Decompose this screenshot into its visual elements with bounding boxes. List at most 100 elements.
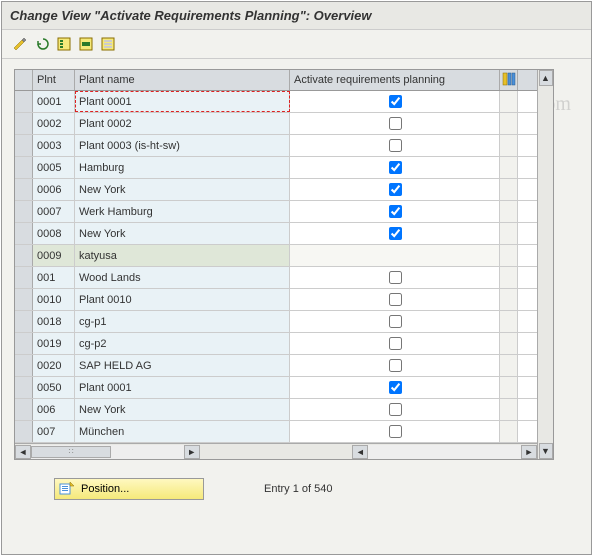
cell-plnt: 0008	[33, 223, 75, 244]
activate-checkbox[interactable]	[389, 117, 402, 130]
change-icon[interactable]	[10, 34, 30, 54]
page-title: Change View "Activate Requirements Plann…	[2, 2, 591, 30]
scroll-up-icon[interactable]: ▲	[539, 70, 553, 86]
table-row[interactable]: 006New York	[15, 399, 537, 421]
cell-plnt: 0003	[33, 135, 75, 156]
table-row[interactable]: 0008New York	[15, 223, 537, 245]
cell-activate[interactable]	[290, 157, 500, 178]
cell-activate[interactable]	[290, 333, 500, 354]
activate-checkbox[interactable]	[389, 359, 402, 372]
table-row[interactable]: 0006New York	[15, 179, 537, 201]
activate-checkbox[interactable]	[389, 95, 402, 108]
cell-activate[interactable]	[290, 377, 500, 398]
row-selector[interactable]	[15, 223, 33, 244]
row-selector[interactable]	[15, 289, 33, 310]
cell-plnt: 007	[33, 421, 75, 442]
entry-counter: Entry 1 of 540	[264, 483, 333, 495]
select-block-icon[interactable]	[76, 34, 96, 54]
cell-plnt: 0018	[33, 311, 75, 332]
activate-checkbox[interactable]	[389, 381, 402, 394]
cell-plnt: 0001	[33, 91, 75, 112]
row-selector[interactable]	[15, 377, 33, 398]
activate-checkbox[interactable]	[389, 161, 402, 174]
row-selector[interactable]	[15, 245, 33, 266]
activate-checkbox[interactable]	[389, 337, 402, 350]
activate-checkbox[interactable]	[389, 183, 402, 196]
cell-plant-name: SAP HELD AG	[75, 355, 290, 376]
row-selector[interactable]	[15, 179, 33, 200]
header-plnt[interactable]: Plnt	[33, 70, 75, 90]
cell-activate[interactable]	[290, 355, 500, 376]
table-row[interactable]: 0005Hamburg	[15, 157, 537, 179]
cell-plant-name: cg-p2	[75, 333, 290, 354]
row-selector[interactable]	[15, 135, 33, 156]
cell-plant-name: Plant 0002	[75, 113, 290, 134]
deselect-all-icon[interactable]	[98, 34, 118, 54]
scroll-left2-icon[interactable]: ◄	[352, 445, 368, 459]
table-row[interactable]: 0003Plant 0003 (is-ht-sw)	[15, 135, 537, 157]
scroll-down-icon[interactable]: ▼	[539, 443, 553, 459]
cell-activate[interactable]	[290, 135, 500, 156]
undo-icon[interactable]	[32, 34, 52, 54]
row-selector[interactable]	[15, 91, 33, 112]
activate-checkbox[interactable]	[389, 293, 402, 306]
table-row[interactable]: 0002Plant 0002	[15, 113, 537, 135]
row-selector[interactable]	[15, 333, 33, 354]
cell-plant-name: New York	[75, 223, 290, 244]
row-selector[interactable]	[15, 157, 33, 178]
horizontal-scrollbar[interactable]: ◄ ∷ ► ◄ ►	[15, 443, 537, 459]
table-row[interactable]: 0018cg-p1	[15, 311, 537, 333]
cell-activate[interactable]	[290, 91, 500, 112]
table-row[interactable]: 001Wood Lands	[15, 267, 537, 289]
table-row[interactable]: 0020SAP HELD AG	[15, 355, 537, 377]
cell-activate[interactable]	[290, 399, 500, 420]
activate-checkbox[interactable]	[389, 205, 402, 218]
cell-activate[interactable]	[290, 113, 500, 134]
table-row[interactable]: 0007Werk Hamburg	[15, 201, 537, 223]
header-activate[interactable]: Activate requirements planning	[290, 70, 500, 90]
table-row[interactable]: 0009katyusa	[15, 245, 537, 267]
table-row[interactable]: 0050Plant 0001	[15, 377, 537, 399]
activate-checkbox[interactable]	[389, 271, 402, 284]
cell-plnt: 001	[33, 267, 75, 288]
row-selector[interactable]	[15, 267, 33, 288]
scroll-left-icon[interactable]: ◄	[15, 445, 31, 459]
scroll-right-icon[interactable]: ►	[184, 445, 200, 459]
cell-activate[interactable]	[290, 201, 500, 222]
row-selector[interactable]	[15, 201, 33, 222]
position-button[interactable]: Position...	[54, 478, 204, 500]
row-selector[interactable]	[15, 421, 33, 442]
cell-plant-name: Plant 0003 (is-ht-sw)	[75, 135, 290, 156]
activate-checkbox[interactable]	[389, 315, 402, 328]
row-selector[interactable]	[15, 113, 33, 134]
activate-checkbox[interactable]	[389, 139, 402, 152]
row-selector[interactable]	[15, 399, 33, 420]
cell-activate[interactable]	[290, 245, 500, 266]
activate-checkbox[interactable]	[389, 227, 402, 240]
cell-plnt: 0006	[33, 179, 75, 200]
cell-plant-name: Hamburg	[75, 157, 290, 178]
row-selector[interactable]	[15, 311, 33, 332]
cell-plant-name: Plant 0010	[75, 289, 290, 310]
select-all-icon[interactable]	[54, 34, 74, 54]
cell-activate[interactable]	[290, 421, 500, 442]
table-row[interactable]: 0001Plant 0001	[15, 91, 537, 113]
table-row[interactable]: 0010Plant 0010	[15, 289, 537, 311]
cell-activate[interactable]	[290, 289, 500, 310]
row-selector[interactable]	[15, 355, 33, 376]
cell-activate[interactable]	[290, 311, 500, 332]
scroll-right2-icon[interactable]: ►	[521, 445, 537, 459]
activate-checkbox[interactable]	[389, 425, 402, 438]
activate-checkbox[interactable]	[389, 403, 402, 416]
table-row[interactable]: 007München	[15, 421, 537, 443]
cell-plant-name: New York	[75, 179, 290, 200]
toolbar	[2, 30, 591, 59]
configure-columns-icon[interactable]	[500, 70, 518, 90]
header-plant-name[interactable]: Plant name	[75, 70, 290, 90]
cell-activate[interactable]	[290, 179, 500, 200]
header-select[interactable]	[15, 70, 33, 90]
table-row[interactable]: 0019cg-p2	[15, 333, 537, 355]
cell-activate[interactable]	[290, 223, 500, 244]
vertical-scrollbar[interactable]: ▲ ▼	[537, 70, 553, 459]
cell-activate[interactable]	[290, 267, 500, 288]
